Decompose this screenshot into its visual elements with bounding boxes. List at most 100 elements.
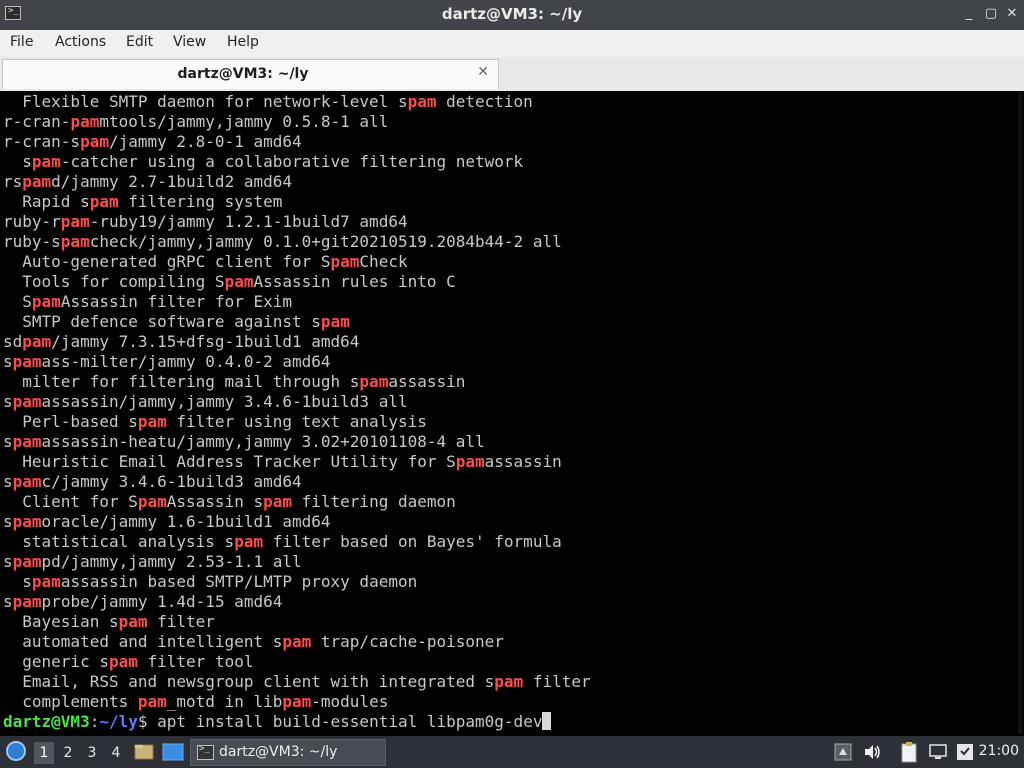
search-match: pam — [70, 112, 100, 131]
terminal-text: s — [3, 392, 13, 411]
terminal-line: spamass-milter/jammy 0.4.0-2 amd64 — [3, 352, 331, 372]
prompt-command: apt install build-essential libpam0g-dev — [157, 712, 543, 731]
terminal-text: oracle/jammy 1.6-1build1 amd64 — [41, 512, 331, 531]
clipboard-icon[interactable] — [900, 741, 918, 763]
terminal-task-icon: >_ — [197, 744, 214, 760]
menu-help[interactable]: Help — [227, 34, 259, 50]
search-match: pam — [282, 632, 312, 651]
search-match: pam — [263, 492, 292, 511]
search-match: pam — [137, 492, 167, 511]
terminal-text: filter — [147, 612, 215, 631]
terminal-text: filter — [523, 672, 591, 691]
close-button[interactable]: ✕ — [1003, 4, 1021, 24]
tab-close-icon[interactable]: ✕ — [477, 64, 489, 80]
terminal-text: trap/cache-poisoner — [311, 632, 504, 651]
terminal-text: filter using text analysis — [166, 412, 427, 431]
network-icon[interactable] — [834, 743, 852, 761]
search-match: pam — [282, 692, 312, 711]
search-match: pam — [320, 312, 350, 331]
search-match: pam — [12, 392, 42, 411]
volume-icon[interactable] — [862, 742, 882, 762]
terminal-line: Perl-based spam filter using text analys… — [3, 412, 427, 432]
prompt-user-host: dartz@VM3 — [3, 712, 90, 731]
taskbar: 1 2 3 4 >_ dartz@VM3: ~/ly 21:00 — [0, 736, 1024, 768]
search-match: pam — [118, 612, 148, 631]
terminal-text: check/jammy,jammy 0.1.0+git20210519.2084… — [89, 232, 562, 251]
terminal-text: ruby-s — [3, 232, 61, 251]
terminal-text: d/jammy 2.7-1build2 amd64 — [51, 172, 292, 191]
show-desktop-icon[interactable] — [162, 742, 184, 762]
menu-actions[interactable]: Actions — [55, 34, 106, 50]
terminal-text: s — [3, 552, 13, 571]
terminal-scrollbar[interactable] — [1018, 92, 1023, 734]
terminal-text: -modules — [311, 692, 389, 711]
terminal-line: Tools for compiling SpamAssassin rules i… — [3, 272, 456, 292]
workspace-2[interactable]: 2 — [58, 742, 78, 764]
terminal-line: Auto-generated gRPC client for SpamCheck — [3, 252, 408, 272]
terminal-line: spamoracle/jammy 1.6-1build1 amd64 — [3, 512, 331, 532]
terminal-text: Tools for compiling S — [3, 272, 225, 291]
terminal-text: Email, RSS and newsgroup client with int… — [3, 672, 495, 691]
terminal-text: milter for filtering mail through s — [3, 372, 360, 391]
terminal-text: filter based on Bayes' formula — [263, 532, 562, 551]
task-label: dartz@VM3: ~/ly — [219, 744, 338, 760]
terminal-text: c/jammy 3.4.6-1build3 amd64 — [41, 472, 302, 491]
terminal-line: spamassassin based SMTP/LMTP proxy daemo… — [3, 572, 417, 592]
workspace-4[interactable]: 4 — [106, 742, 126, 764]
terminal-line: complements pam_motd in libpam-modules — [3, 692, 388, 712]
terminal-text: s — [3, 472, 13, 491]
terminal-text: r-cran-s — [3, 132, 81, 151]
terminal-text: detection — [436, 92, 533, 111]
terminal-text: Check — [359, 252, 408, 271]
search-match: pam — [31, 292, 61, 311]
terminal-text: Heuristic Email Address Tracker Utility … — [3, 452, 456, 471]
file-manager-icon[interactable] — [134, 742, 154, 762]
notification-icon[interactable] — [955, 742, 975, 762]
terminal-text: Assassin s — [166, 492, 264, 511]
menu-bar: File Actions Edit View Help — [0, 30, 1024, 58]
workspace-3[interactable]: 3 — [82, 742, 102, 764]
terminal-text: Perl-based s — [3, 412, 138, 431]
terminal-text: SMTP defence software against s — [3, 312, 321, 331]
terminal-text: assassin-heatu/jammy,jammy 3.02+20101108… — [41, 432, 485, 451]
terminal-line: ruby-rpam-ruby19/jammy 1.2.1-1build7 amd… — [3, 212, 408, 232]
workspace-1[interactable]: 1 — [34, 742, 54, 764]
tab-bar: dartz@VM3: ~/ly ✕ — [0, 57, 1024, 91]
minimize-button[interactable]: _ — [960, 4, 978, 24]
menu-file[interactable]: File — [10, 34, 33, 50]
terminal-text: -catcher using a collaborative filtering… — [60, 152, 524, 171]
search-match: pam — [108, 652, 138, 671]
terminal-line: ruby-spamcheck/jammy,jammy 0.1.0+git2021… — [3, 232, 562, 252]
terminal-output[interactable]: Flexible SMTP daemon for network-level s… — [0, 91, 1024, 736]
search-match: pam — [12, 352, 42, 371]
terminal-line: spamc/jammy 3.4.6-1build3 amd64 — [3, 472, 302, 492]
search-match: pam — [80, 132, 109, 151]
tab-terminal[interactable]: dartz@VM3: ~/ly ✕ — [2, 59, 499, 89]
taskbar-task-terminal[interactable]: >_ dartz@VM3: ~/ly — [190, 739, 386, 766]
window-title: dartz@VM3: ~/ly — [441, 5, 583, 23]
terminal-text: Client for S — [3, 492, 138, 511]
search-match: pam — [12, 512, 42, 531]
terminal-text: ass-milter/jammy 0.4.0-2 amd64 — [41, 352, 331, 371]
window-titlebar[interactable]: >_ dartz@VM3: ~/ly _ ▢ ✕ — [0, 0, 1024, 30]
search-match: pam — [31, 572, 61, 591]
terminal-text: s — [3, 152, 32, 171]
search-match: pam — [330, 252, 360, 271]
menu-edit[interactable]: Edit — [126, 34, 153, 50]
search-match: pam — [22, 332, 52, 351]
terminal-line: spampd/jammy,jammy 2.53-1.1 all — [3, 552, 302, 572]
terminal-text: assassin/jammy,jammy 3.4.6-1build3 all — [41, 392, 408, 411]
maximize-button[interactable]: ▢ — [982, 4, 1000, 24]
prompt-line[interactable]: dartz@VM3:~/ly$ apt install build-essent… — [3, 712, 552, 732]
start-menu-icon[interactable] — [6, 741, 26, 761]
terminal-line: rspamd/jammy 2.7-1build2 amd64 — [3, 172, 292, 192]
terminal-text: s — [3, 572, 32, 591]
search-match: pam — [60, 212, 90, 231]
display-icon[interactable] — [928, 742, 948, 762]
menu-view[interactable]: View — [173, 34, 206, 50]
terminal-text: s — [3, 592, 13, 611]
text-cursor — [542, 712, 552, 730]
terminal-line: SpamAssassin filter for Exim — [3, 292, 292, 312]
clock[interactable]: 21:00 — [979, 743, 1019, 759]
search-match: pam — [31, 152, 61, 171]
